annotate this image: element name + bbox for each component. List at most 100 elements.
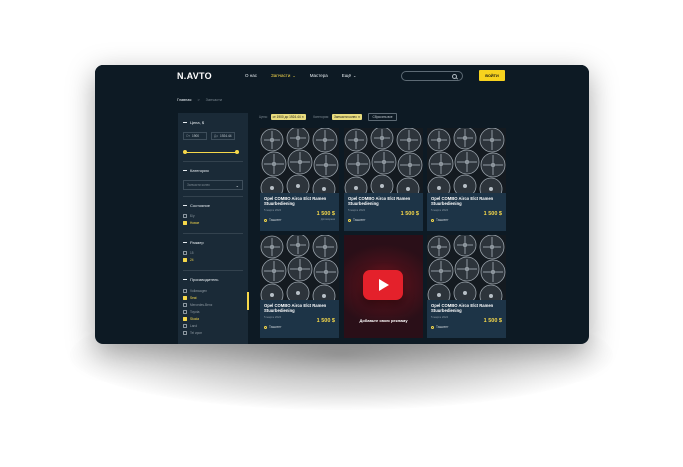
card-price: 1 500 $ bbox=[316, 211, 335, 217]
product-card[interactable]: Opel COMBO Airco Elct Ramen Stuurbedieni… bbox=[260, 235, 339, 338]
wheels-image[interactable] bbox=[427, 235, 506, 300]
nav-item-about[interactable]: О нас bbox=[245, 73, 257, 78]
price-slider-min-handle[interactable] bbox=[183, 150, 187, 154]
main-nav: О нас Запчасти ⌄ Мастера Ещё ⌄ bbox=[245, 73, 370, 78]
breadcrumb-home[interactable]: Главная bbox=[177, 98, 191, 102]
card-title[interactable]: Opel COMBO Airco Elct Ramen Stuurbedieni… bbox=[264, 303, 336, 313]
login-button[interactable]: ВОЙТИ bbox=[479, 70, 505, 81]
reset-filters-button[interactable]: Сбросить все bbox=[368, 113, 397, 121]
price-slider-track[interactable] bbox=[185, 152, 239, 153]
condition-filter-title[interactable]: Состояние bbox=[183, 203, 210, 208]
card-price: 1 500 $ bbox=[483, 318, 502, 324]
manufacturer-option[interactable]: Tel ирон bbox=[183, 331, 202, 335]
filter-category-label: Категория: bbox=[313, 115, 329, 119]
sidebar-scrollbar[interactable] bbox=[247, 292, 249, 310]
checkbox[interactable] bbox=[183, 303, 187, 307]
breadcrumb-separator: > bbox=[197, 98, 200, 102]
wheels-image[interactable] bbox=[427, 128, 506, 193]
wheels-image-svg bbox=[427, 128, 506, 193]
nav-item-label: Мастера bbox=[309, 73, 328, 78]
option-label: Toyota bbox=[190, 310, 200, 314]
checkbox[interactable] bbox=[183, 310, 187, 314]
collapse-icon bbox=[183, 170, 187, 171]
nav-item-more[interactable]: Ещё ⌄ bbox=[342, 73, 357, 78]
card-location: Ташкент bbox=[431, 325, 449, 329]
manufacturer-option[interactable]: Skoda bbox=[183, 317, 199, 321]
size-filter-title[interactable]: Размер bbox=[183, 240, 204, 245]
card-title[interactable]: Opel COMBO Airco Elct Ramen Stuurbedieni… bbox=[431, 303, 503, 313]
filter-chip-category[interactable]: Запчасти колес ✕ bbox=[331, 114, 363, 120]
card-location: Ташкент bbox=[431, 218, 449, 222]
product-card[interactable]: Opel COMBO Airco Elct Ramen Stuurbedieni… bbox=[344, 128, 423, 231]
checkbox[interactable] bbox=[183, 324, 187, 328]
location-pin-icon bbox=[431, 325, 434, 329]
card-title[interactable]: Opel COMBO Airco Elct Ramen Stuurbedieni… bbox=[348, 196, 420, 206]
option-label: Seat bbox=[190, 296, 197, 300]
checkbox[interactable] bbox=[183, 251, 187, 255]
price-title-label: Цена, $ bbox=[190, 120, 205, 125]
breadcrumb: Главная > Запчасти bbox=[177, 98, 222, 102]
price-to-value: 1924.44 bbox=[219, 134, 232, 138]
option-label: Tel ирон bbox=[190, 331, 203, 335]
wheels-image[interactable] bbox=[344, 128, 423, 193]
site-header: N.AVTO О нас Запчасти ⌄ Мастера Ещё ⌄ ВОЙТ… bbox=[95, 65, 589, 88]
filter-sidebar: Цена, $ От 1900 До 1924.44 Категория Запча… bbox=[178, 113, 248, 344]
wheels-image-svg bbox=[344, 128, 423, 193]
wheels-image[interactable] bbox=[260, 235, 339, 300]
category-select-value: Запчасти колес bbox=[187, 183, 210, 187]
size-option-15[interactable]: 15 bbox=[183, 251, 194, 255]
search-input[interactable] bbox=[401, 71, 463, 81]
card-location-label: Ташкент bbox=[436, 218, 449, 222]
chevron-down-icon: ⌄ bbox=[353, 73, 357, 78]
card-title[interactable]: Opel COMBO Airco Elct Ramen Stuurbedieni… bbox=[431, 196, 503, 206]
filter-chip-price[interactable]: от 1900 до 1924.44 ✕ bbox=[270, 114, 307, 120]
price-from-input[interactable]: От 1900 bbox=[183, 132, 207, 140]
card-price-note: Договорная bbox=[320, 218, 335, 221]
card-title[interactable]: Opel COMBO Airco Elct Ramen Stuurbedieni… bbox=[264, 196, 336, 206]
nav-item-parts[interactable]: Запчасти ⌄ bbox=[271, 73, 296, 78]
manufacturer-option[interactable]: Seat bbox=[183, 296, 197, 300]
category-filter-title[interactable]: Категория bbox=[183, 168, 209, 173]
site-logo[interactable]: N.AVTO bbox=[177, 71, 212, 81]
condition-option-used[interactable]: Б/у bbox=[183, 214, 195, 218]
card-price: 1 500 $ bbox=[400, 211, 419, 217]
checkbox-checked[interactable] bbox=[183, 296, 187, 300]
price-to-input[interactable]: До 1924.44 bbox=[211, 132, 235, 140]
checkbox-checked[interactable] bbox=[183, 317, 187, 321]
search-icon[interactable] bbox=[452, 73, 457, 79]
card-location: Ташкент bbox=[348, 218, 366, 222]
checkbox[interactable] bbox=[183, 289, 187, 293]
card-date: 5 марта 2024 bbox=[264, 208, 282, 212]
checkbox[interactable] bbox=[183, 214, 187, 218]
collapse-icon bbox=[183, 279, 187, 280]
manufacturer-filter-title[interactable]: Производитель bbox=[183, 277, 218, 282]
divider bbox=[183, 233, 243, 234]
nav-item-masters[interactable]: Мастера bbox=[310, 73, 328, 78]
product-card[interactable]: Opel COMBO Airco Elct Ramen Stuurbedieni… bbox=[427, 128, 506, 231]
wheels-image[interactable] bbox=[260, 128, 339, 193]
manufacturer-option[interactable]: Mercedes-Benz bbox=[183, 303, 212, 307]
checkbox-checked[interactable] bbox=[183, 221, 187, 225]
price-from-label: От bbox=[186, 134, 190, 138]
manufacturer-option[interactable]: Land bbox=[183, 324, 197, 328]
card-price: 1 500 $ bbox=[483, 211, 502, 217]
category-select[interactable]: Запчасти колес ⌄ bbox=[183, 180, 243, 190]
checkbox[interactable] bbox=[183, 331, 187, 335]
category-title-label: Категория bbox=[190, 168, 209, 173]
product-card[interactable]: Opel COMBO Airco Elct Ramen Stuurbedieni… bbox=[427, 235, 506, 338]
product-card[interactable]: Opel COMBO Airco Elct Ramen Stuurbedieni… bbox=[260, 128, 339, 231]
youtube-play-icon bbox=[363, 270, 403, 300]
price-filter-title[interactable]: Цена, $ bbox=[183, 120, 204, 125]
card-location: Ташкент bbox=[264, 325, 282, 329]
option-label: Mercedes-Benz bbox=[190, 303, 213, 307]
checkbox-checked[interactable] bbox=[183, 258, 187, 262]
manufacturer-option[interactable]: Toyota bbox=[183, 310, 199, 314]
condition-option-new[interactable]: Новое bbox=[183, 221, 199, 225]
collapse-icon bbox=[183, 122, 187, 123]
price-to-label: До bbox=[214, 134, 218, 138]
price-slider-max-handle[interactable] bbox=[235, 150, 239, 154]
manufacturer-option[interactable]: Volkswagen bbox=[183, 289, 207, 293]
size-option-24[interactable]: 24 bbox=[183, 258, 194, 262]
ad-banner[interactable]: Добавьте свою рекламу bbox=[344, 235, 423, 338]
nav-item-label: Ещё bbox=[341, 73, 351, 78]
